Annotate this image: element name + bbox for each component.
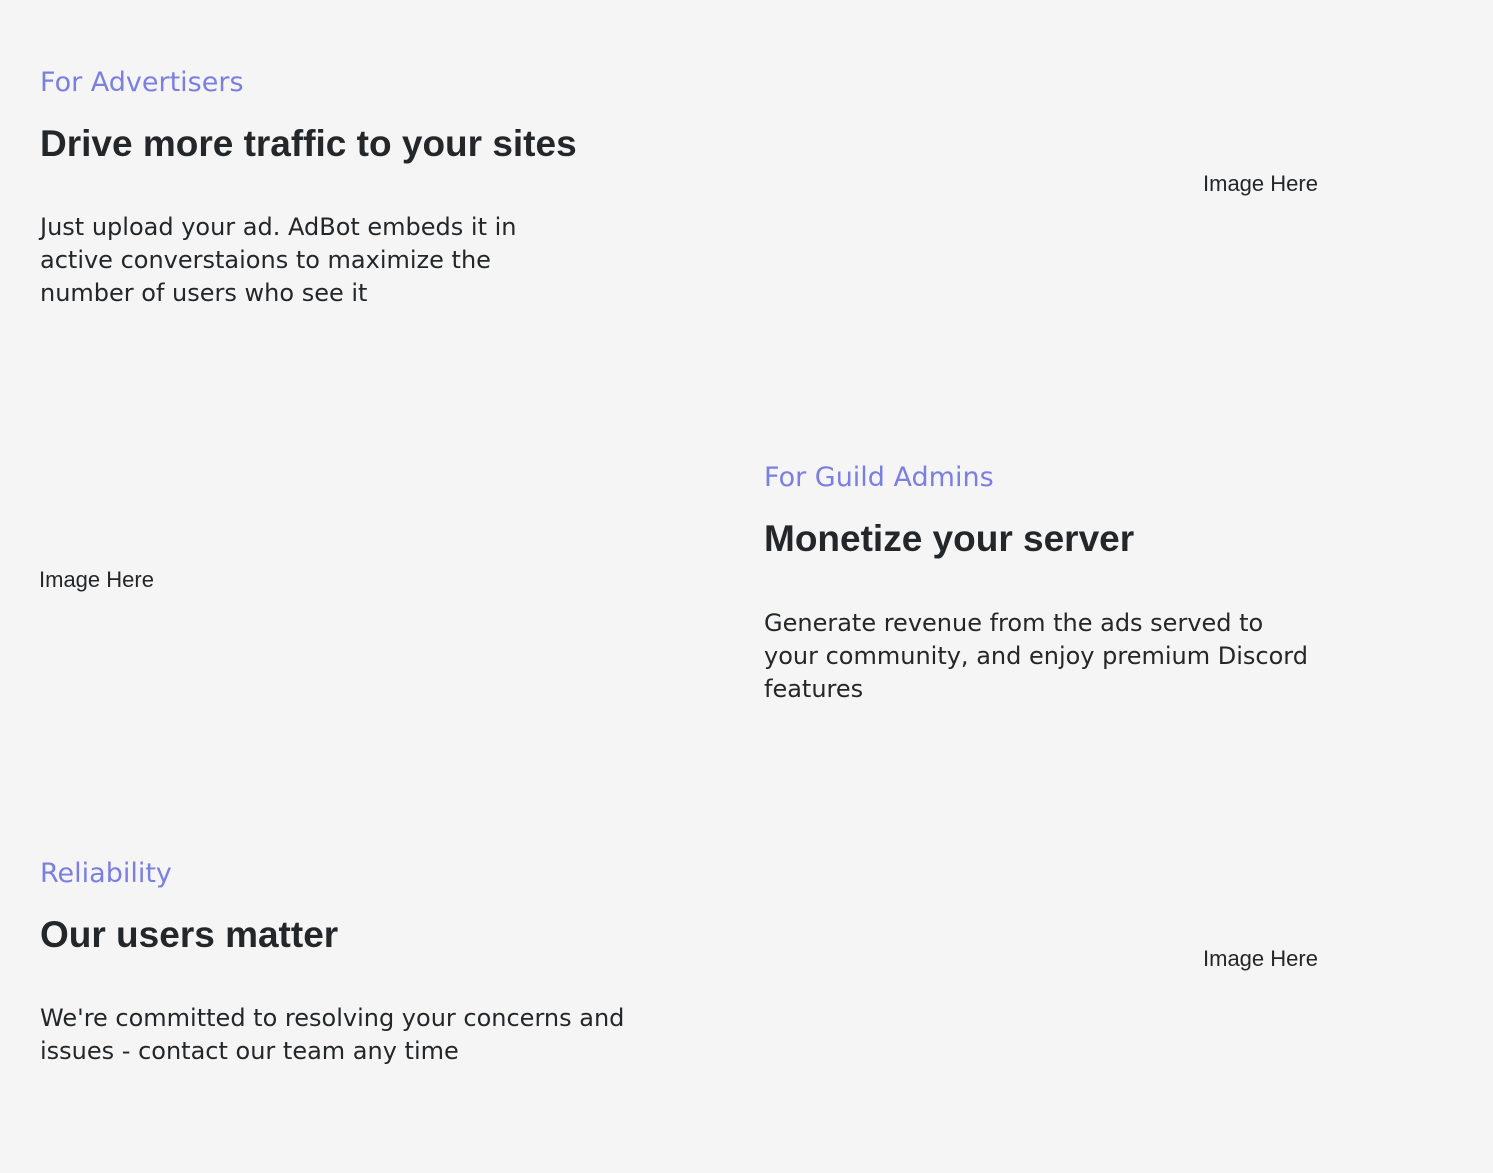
section-description: Just upload your ad. AdBot embeds it in … xyxy=(40,213,517,307)
image-placeholder-guild-admins: Image Here xyxy=(39,567,154,592)
section-reliability: Reliability Our users matter We're commi… xyxy=(40,857,640,1077)
image-placeholder-reliability: Image Here xyxy=(1203,946,1318,971)
section-eyebrow: Reliability xyxy=(40,858,172,889)
section-description: We're committed to resolving your concer… xyxy=(40,1004,625,1065)
section-advertisers: For Advertisers Drive more traffic to yo… xyxy=(40,66,640,316)
image-placeholder-advertisers: Image Here xyxy=(1203,171,1318,196)
section-title: Drive more traffic to your sites xyxy=(40,123,577,164)
section-title: Our users matter xyxy=(40,914,339,955)
section-eyebrow: For Guild Admins xyxy=(764,462,994,493)
features-page: For Advertisers Drive more traffic to yo… xyxy=(0,0,1493,1173)
section-title: Monetize your server xyxy=(764,518,1135,559)
section-description: Generate revenue from the ads served to … xyxy=(764,609,1308,703)
section-eyebrow: For Advertisers xyxy=(40,67,244,98)
section-guild-admins: For Guild Admins Monetize your server Ge… xyxy=(764,461,1364,711)
